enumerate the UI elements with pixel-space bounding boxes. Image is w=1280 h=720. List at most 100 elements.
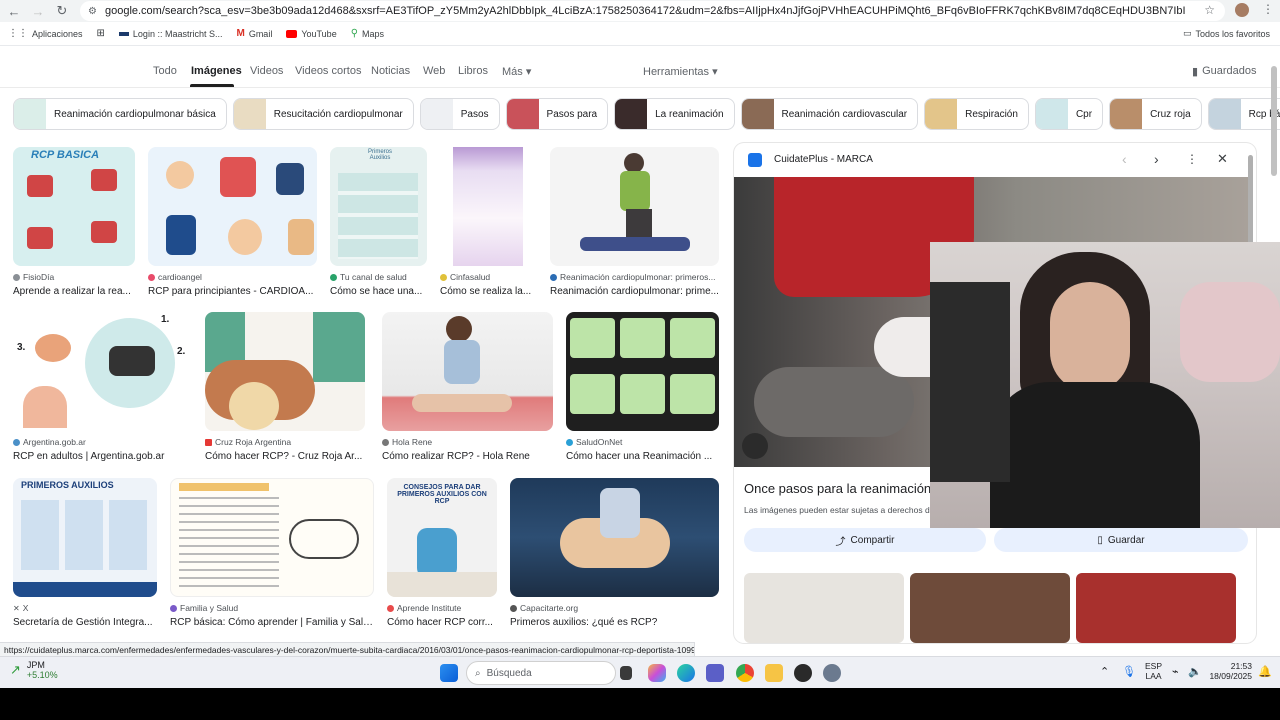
related-image[interactable] <box>1076 573 1236 643</box>
image-result[interactable]: Hola Rene Cómo realizar RCP? - Hola Rene <box>382 312 553 462</box>
bookmark-maastricht[interactable]: Login :: Maastricht S... <box>118 29 222 39</box>
chip-label: Cruz roja <box>1150 108 1191 120</box>
result-title[interactable]: Cómo hacer una Reanimación ... <box>566 451 719 462</box>
page-scrollbar[interactable] <box>1271 66 1277 176</box>
bookmark-star-icon[interactable]: ☆ <box>1204 3 1215 17</box>
stock-widget[interactable]: ↗ JPM +5.10% <box>10 660 58 680</box>
chip[interactable]: La reanimación <box>614 98 735 130</box>
chip-thumbnail <box>233 99 266 129</box>
chip[interactable]: Respiración <box>924 98 1029 130</box>
profile-avatar[interactable] <box>1235 3 1249 17</box>
result-title[interactable]: Cómo hacer RCP? - Cruz Roja Ar... <box>205 451 365 462</box>
image-result[interactable]: 3. 1. 2. Argentina.gob.ar RCP en adultos… <box>13 312 192 462</box>
result-title[interactable]: Cómo se hace una... <box>330 286 427 297</box>
image-result[interactable]: Reanimación cardiopulmonar: primeros... … <box>550 147 719 297</box>
preview-source[interactable]: CuidatePlus - MARCA <box>774 154 873 165</box>
teams-icon[interactable] <box>706 664 724 682</box>
lens-icon[interactable] <box>742 433 768 459</box>
copilot-icon[interactable] <box>648 664 666 682</box>
forward-icon[interactable]: → <box>26 0 50 22</box>
tray-chevron-icon[interactable]: ⌃ <box>1100 665 1109 678</box>
chip[interactable]: Reanimación cardiopulmonar básica <box>13 98 227 130</box>
result-title[interactable]: RCP para principiantes - CARDIOA... <box>148 286 317 297</box>
edge-icon[interactable] <box>677 664 695 682</box>
result-title[interactable]: RCP en adultos | Argentina.gob.ar <box>13 451 192 462</box>
tab-news[interactable]: Noticias <box>371 65 410 77</box>
image-result[interactable]: Primeros Auxilios Tu canal de salud Cómo… <box>330 147 427 297</box>
bookmark-gmail[interactable]: M Gmail <box>236 28 272 39</box>
chip[interactable]: Cruz roja <box>1109 98 1202 130</box>
image-result[interactable]: Familia y Salud RCP básica: Cómo aprende… <box>170 478 374 628</box>
image-result[interactable]: RCP BASICA FisioDía Aprende a realizar l… <box>13 147 135 297</box>
saved-label: Guardados <box>1202 65 1257 77</box>
result-title[interactable]: Cómo hacer RCP corr... <box>387 617 497 628</box>
bookmark-maps[interactable]: ⚲ Maps <box>351 28 384 39</box>
bookmark-grid[interactable]: ⊞ <box>97 28 105 39</box>
file-explorer-icon[interactable] <box>765 664 783 682</box>
language-indicator[interactable]: ESP LAA <box>1145 661 1162 681</box>
clock[interactable]: 21:53 18/09/2025 <box>1208 661 1252 681</box>
close-icon[interactable]: ✕ <box>1217 151 1228 167</box>
result-title[interactable]: Secretaría de Gestión Integra... <box>13 617 157 628</box>
tab-videos[interactable]: Videos <box>250 65 283 77</box>
source-favicon <box>387 604 394 612</box>
tab-all[interactable]: Todo <box>153 65 177 77</box>
image-result[interactable]: Cinfasalud Cómo se realiza la... <box>440 147 537 297</box>
chip[interactable]: Pasos <box>419 98 500 130</box>
chip[interactable]: Resucitación cardiopulmonar <box>232 98 414 130</box>
tab-books[interactable]: Libros <box>458 65 488 77</box>
image-result[interactable]: CONSEJOS PARA DAR PRIMEROS AUXILIOS CON … <box>387 478 497 628</box>
tab-short-videos[interactable]: Videos cortos <box>295 65 361 77</box>
windows-start-icon[interactable] <box>440 664 458 682</box>
back-icon[interactable]: ← <box>2 0 26 22</box>
chip[interactable]: Rcp básica <box>1207 98 1280 130</box>
previous-icon[interactable]: ‹ <box>1122 151 1127 167</box>
image-result[interactable]: cardioangel RCP para principiantes - CAR… <box>148 147 317 297</box>
image-result[interactable]: Capacitarte.org Primeros auxilios: ¿qué … <box>510 478 719 628</box>
image-result[interactable]: Cruz Roja Argentina Cómo hacer RCP? - Cr… <box>205 312 365 462</box>
reload-icon[interactable]: ↻ <box>50 0 74 22</box>
result-title[interactable]: Aprende a realizar la rea... <box>13 286 135 297</box>
tools-button[interactable]: Herramientas ▾ <box>643 65 718 78</box>
next-icon[interactable]: › <box>1154 151 1159 167</box>
result-title[interactable]: RCP básica: Cómo aprender | Familia y Sa… <box>170 617 374 628</box>
result-title[interactable]: Cómo se realiza la... <box>440 286 537 297</box>
app-icon[interactable] <box>794 664 812 682</box>
tab-more[interactable]: Más ▾ <box>502 65 531 78</box>
more-options-icon[interactable]: ⋮ <box>1186 152 1198 166</box>
image-result[interactable]: PRIMEROS AUXILIOS ✕ X Secretaría de Gesti… <box>13 478 157 628</box>
network-icon[interactable]: ⌁ <box>1172 665 1179 678</box>
taskbar-search[interactable]: ⌕ Búsqueda <box>466 661 616 685</box>
chrome-icon[interactable] <box>736 664 754 682</box>
all-bookmarks[interactable]: ▭ Todos los favoritos <box>1183 28 1270 39</box>
chip[interactable]: Pasos para <box>505 98 609 130</box>
result-title[interactable]: Reanimación cardiopulmonar: prime... <box>550 286 719 297</box>
volume-icon[interactable]: 🔈 <box>1188 665 1202 678</box>
menu-icon[interactable]: ⋮ <box>1262 2 1274 16</box>
stock-change: +5.10% <box>26 670 58 680</box>
settings-icon[interactable] <box>823 664 841 682</box>
related-image[interactable] <box>744 573 904 643</box>
preview-title[interactable]: Once pasos para la reanimación ca <box>744 481 949 496</box>
share-button[interactable]: ⤴ Compartir <box>744 528 986 552</box>
save-button[interactable]: ▯ Guardar <box>994 528 1248 552</box>
result-title[interactable]: Primeros auxilios: ¿qué es RCP? <box>510 617 719 628</box>
notification-bell-icon[interactable]: 🔔 <box>1258 665 1272 678</box>
site-info-icon[interactable]: ⚙ <box>88 6 97 17</box>
keyboard-layout: LAA <box>1145 671 1162 681</box>
address-bar[interactable]: ⚙ google.com/search?sca_esv=3be3b09ada12… <box>80 1 1225 21</box>
saved-button[interactable]: ▮ Guardados <box>1192 65 1257 78</box>
task-view-icon[interactable] <box>620 666 632 680</box>
result-source: SaludOnNet <box>576 437 623 447</box>
related-image[interactable] <box>910 573 1070 643</box>
image-result[interactable]: SaludOnNet Cómo hacer una Reanimación ..… <box>566 312 719 462</box>
chip[interactable]: Reanimación cardiovascular <box>740 98 919 130</box>
bookmark-youtube[interactable]: YouTube <box>286 29 337 39</box>
tab-web[interactable]: Web <box>423 65 445 77</box>
chip[interactable]: Cpr <box>1034 98 1104 130</box>
tab-images[interactable]: Imágenes <box>191 65 242 77</box>
bookmark-icon: ▯ <box>1097 534 1103 546</box>
microphone-icon[interactable]: 🎙 <box>1122 665 1136 678</box>
bookmark-apps[interactable]: ⋮⋮ Aplicaciones <box>8 28 83 39</box>
result-title[interactable]: Cómo realizar RCP? - Hola Rene <box>382 451 553 462</box>
